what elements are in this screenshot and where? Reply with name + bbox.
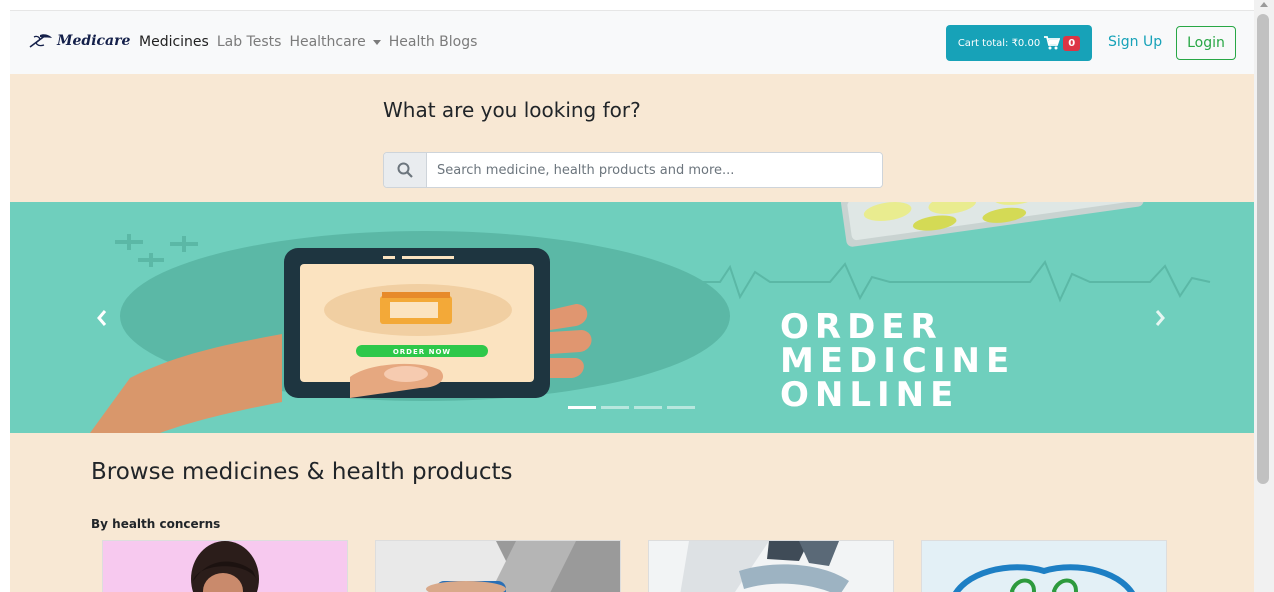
chevron-left-icon (97, 310, 107, 326)
promo-line-1: ORDER (780, 307, 943, 347)
navbar: Medicare Medicines Lab Tests Healthcare … (10, 10, 1254, 75)
brand-name: Medicare (57, 33, 131, 49)
chevron-right-icon (1155, 310, 1165, 326)
carousel-indicator-2[interactable] (601, 406, 629, 409)
nav-dropdown-healthcare[interactable]: Healthcare (289, 34, 381, 50)
cart-button[interactable]: Cart total: ₹0.00 0 (946, 25, 1092, 61)
login-button[interactable]: Login (1176, 26, 1236, 60)
cart-count-badge: 0 (1063, 35, 1081, 51)
cart-total-label: Cart total: ₹0.00 (957, 37, 1041, 49)
order-now-label: ORDER NOW (393, 348, 451, 356)
health-concern-card[interactable] (921, 540, 1167, 592)
carousel-next-button[interactable] (1148, 302, 1172, 334)
promo-headline: ORDER MEDICINE ONLINE (780, 310, 1015, 412)
page-scrollbar[interactable] (1254, 0, 1274, 592)
search-input[interactable] (427, 153, 882, 187)
hero-carousel: ORDER NOW ORDER MEDICINE ONLINE (10, 202, 1254, 433)
nav-link-healthcare: Healthcare (289, 34, 366, 50)
doctor-hand-image (680, 541, 849, 592)
brand-logo[interactable]: Medicare (28, 33, 130, 49)
banner-illustration: ORDER NOW (90, 202, 1211, 433)
health-concern-card[interactable] (648, 540, 894, 592)
promo-line-3: ONLINE (780, 375, 960, 415)
glucose-meter-image (426, 541, 620, 592)
health-concerns-label: By health concerns (91, 517, 221, 531)
health-concern-card[interactable] (375, 540, 621, 592)
caduceus-icon (29, 34, 52, 48)
nav-links: Medicines Lab Tests Healthcare Health Bl… (139, 34, 485, 50)
nav-link-medicines[interactable]: Medicines (139, 34, 209, 50)
search-icon (397, 162, 413, 178)
search-bar (383, 152, 883, 188)
carousel-indicator-4[interactable] (667, 406, 695, 409)
sign-up-link[interactable]: Sign Up (1108, 34, 1162, 50)
search-section: What are you looking for? (10, 74, 1254, 202)
health-concern-card[interactable] (102, 540, 348, 592)
kidney-care-image (953, 564, 1135, 592)
nav-link-lab-tests[interactable]: Lab Tests (217, 34, 282, 50)
browse-section: Browse medicines & health products By he… (10, 433, 1254, 592)
scrollbar-thumb[interactable] (1257, 14, 1269, 484)
nav-link-health-blogs[interactable]: Health Blogs (389, 34, 478, 50)
carousel-indicator-1[interactable] (568, 406, 596, 409)
page: Medicare Medicines Lab Tests Healthcare … (0, 0, 1254, 592)
browse-heading: Browse medicines & health products (91, 459, 513, 485)
promo-line-2: MEDICINE (780, 341, 1016, 381)
woman-headache-image (191, 541, 259, 592)
health-concern-cards (102, 540, 1194, 592)
scroll-up-arrow-icon[interactable] (1260, 2, 1268, 7)
carousel-prev-button[interactable] (90, 302, 114, 334)
carousel-indicators (568, 406, 700, 409)
carousel-indicator-3[interactable] (634, 406, 662, 409)
search-addon (384, 153, 427, 187)
caret-down-icon (372, 39, 381, 45)
shopping-cart-icon (1044, 36, 1061, 50)
search-heading: What are you looking for? (383, 98, 641, 122)
